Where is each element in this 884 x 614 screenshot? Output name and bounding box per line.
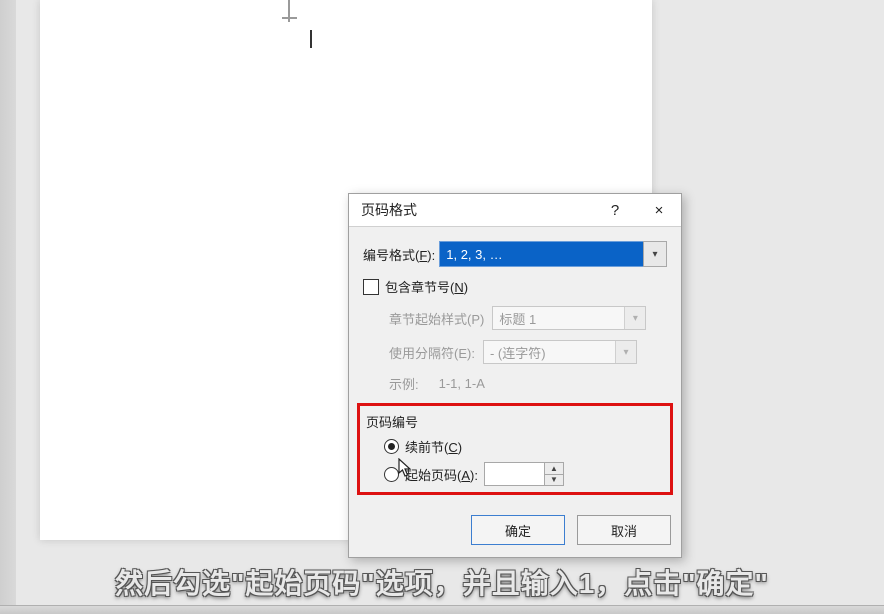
text-cursor [310,30,312,48]
page-numbering-group: 页码编号 续前节(C) 起始页码(A): ▲ ▼ [357,403,673,495]
separator-label: 使用分隔符(E): [389,343,475,362]
separator-combo: - (连字符) ▾ [483,340,637,364]
number-format-combo[interactable]: 1, 2, 3, … ▾ [439,241,667,267]
include-chapter-row: 包含章节号(N) [363,277,667,296]
start-at-radio-row[interactable]: 起始页码(A): ▲ ▼ [384,462,664,486]
chapter-style-combo: 标题 1 ▾ [492,306,646,330]
continue-previous-label: 续前节(C) [405,437,462,456]
number-format-row: 编号格式(F): 1, 2, 3, … ▾ [363,241,667,267]
start-at-label: 起始页码(A): [405,465,478,484]
cancel-button[interactable]: 取消 [577,515,671,545]
chapter-style-value: 标题 1 [499,309,536,328]
chevron-down-icon: ▾ [624,307,645,329]
help-button[interactable]: ? [593,194,637,226]
start-at-radio[interactable] [384,467,399,482]
start-at-input[interactable]: ▲ ▼ [484,462,564,486]
number-format-label: 编号格式(F): [363,245,435,264]
spin-up-icon[interactable]: ▲ [545,463,563,475]
continue-previous-radio[interactable] [384,439,399,454]
continue-previous-radio-row[interactable]: 续前节(C) [384,437,664,456]
chevron-down-icon: ▾ [615,341,636,363]
statusbar-edge [0,605,884,614]
dialog-title: 页码格式 [361,200,593,220]
number-format-value: 1, 2, 3, … [446,247,502,262]
subtitle-caption: 然后勾选"起始页码"选项，并且输入1，点击"确定" [0,562,884,602]
page-numbering-group-title: 页码编号 [366,412,664,431]
close-button[interactable]: × [637,194,681,226]
example-label: 示例: [389,374,419,393]
chapter-style-row: 章节起始样式(P) 标题 1 ▾ [389,306,667,330]
include-chapter-checkbox[interactable] [363,279,379,295]
chevron-down-icon[interactable]: ▾ [643,241,667,267]
chapter-style-label: 章节起始样式(P) [389,309,484,328]
example-row: 示例: 1-1, 1-A [389,374,667,393]
ok-button[interactable]: 确定 [471,515,565,545]
example-value: 1-1, 1-A [439,376,485,391]
spin-down-icon[interactable]: ▼ [545,475,563,486]
ruler-indent-marker[interactable] [280,0,300,30]
page-number-format-dialog: 页码格式 ? × 编号格式(F): 1, 2, 3, … ▾ 包含章节号(N) … [348,193,682,558]
dialog-button-bar: 确定 取消 [349,511,681,557]
separator-row: 使用分隔符(E): - (连字符) ▾ [389,340,667,364]
dialog-titlebar: 页码格式 ? × [349,194,681,227]
app-left-edge [0,0,16,614]
separator-value: - (连字符) [490,343,546,362]
include-chapter-label: 包含章节号(N) [385,277,468,296]
